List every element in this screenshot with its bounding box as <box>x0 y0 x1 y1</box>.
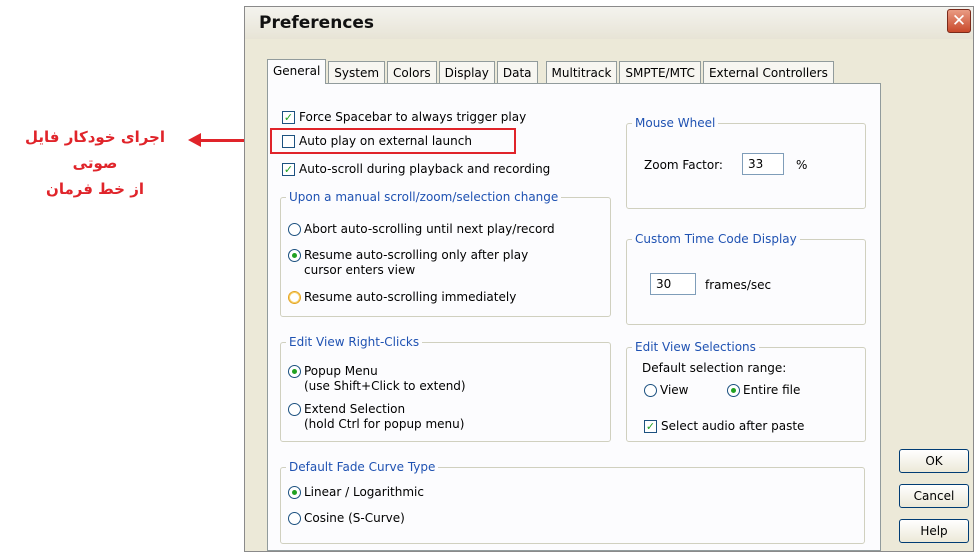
linear-log-radio[interactable] <box>288 486 301 499</box>
ok-button[interactable]: OK <box>899 449 969 473</box>
tab-colors[interactable]: Colors <box>387 61 437 83</box>
linear-log-label: Linear / Logarithmic <box>304 485 424 499</box>
popup-menu-radio[interactable] <box>288 365 301 378</box>
default-range-label: Default selection range: <box>642 361 787 375</box>
auto-play-label: Auto play on external launch <box>299 134 472 148</box>
mouse-wheel-legend: Mouse Wheel <box>632 116 719 130</box>
force-spacebar-label: Force Spacebar to always trigger play <box>299 110 527 124</box>
select-audio-label: Select audio after paste <box>661 419 805 433</box>
zoom-percent-unit: % <box>796 158 808 172</box>
fade-curve-legend: Default Fade Curve Type <box>286 460 439 474</box>
dialog-title: Preferences <box>259 13 375 33</box>
right-clicks-legend: Edit View Right-Clicks <box>286 335 423 349</box>
tab-general[interactable]: General <box>267 59 327 84</box>
popup-menu-label-2: (use Shift+Click to extend) <box>304 379 466 393</box>
fade-curve-group <box>280 467 865 544</box>
general-tab-panel: ✓ Force Spacebar to always trigger play … <box>267 83 881 551</box>
auto-scroll-label: Auto-scroll during playback and recordin… <box>299 162 551 176</box>
zoom-factor-input[interactable]: 33 <box>742 153 784 175</box>
tab-smpte-mtc[interactable]: SMPTE/MTC <box>619 61 701 83</box>
tab-display[interactable]: Display <box>438 61 495 83</box>
annotation-line-2: از خط فرمان <box>46 180 144 198</box>
close-icon: ✕ <box>951 11 967 31</box>
view-label: View <box>660 383 689 397</box>
entire-file-radio[interactable] <box>727 384 740 397</box>
extend-selection-label-2: (hold Ctrl for popup menu) <box>304 417 465 431</box>
frames-per-sec-input[interactable]: 30 <box>650 273 696 295</box>
abort-autoscroll-label: Abort auto-scrolling until next play/rec… <box>304 222 555 236</box>
annotation-text: اجرای خودکار فایل صوتی از خط فرمان <box>4 124 186 202</box>
select-audio-checkbox[interactable]: ✓ <box>644 420 657 433</box>
tab-external-controllers[interactable]: External Controllers <box>702 61 834 83</box>
extend-selection-label-1: Extend Selection <box>304 402 406 416</box>
auto-play-checkbox[interactable] <box>282 135 295 148</box>
extend-selection-radio[interactable] <box>288 403 301 416</box>
zoom-factor-label: Zoom Factor: <box>644 158 723 172</box>
tab-system[interactable]: System <box>328 61 386 83</box>
manual-scroll-legend: Upon a manual scroll/zoom/selection chan… <box>286 190 562 204</box>
annotation-line-1: اجرای خودکار فایل صوتی <box>25 128 165 172</box>
preferences-dialog: Preferences ✕ General System Colors Disp… <box>244 6 974 552</box>
tab-multitrack[interactable]: Multitrack <box>545 61 618 83</box>
entire-file-label: Entire file <box>743 383 801 397</box>
tab-data[interactable]: Data <box>496 61 538 83</box>
close-button[interactable]: ✕ <box>947 9 971 33</box>
help-button[interactable]: Help <box>899 519 969 543</box>
cancel-button[interactable]: Cancel <box>899 484 969 508</box>
force-spacebar-checkbox[interactable]: ✓ <box>282 111 295 124</box>
cosine-label: Cosine (S-Curve) <box>304 511 405 525</box>
abort-autoscroll-radio[interactable] <box>288 223 301 236</box>
tab-strip: General System Colors Display Data Multi… <box>267 59 836 84</box>
resume-after-play-radio[interactable] <box>288 249 301 262</box>
selections-legend: Edit View Selections <box>632 340 759 354</box>
resume-after-play-label-1: Resume auto-scrolling only after play <box>304 248 529 262</box>
cosine-radio[interactable] <box>288 512 301 525</box>
title-bar: Preferences ✕ <box>245 7 973 39</box>
resume-immediately-radio[interactable] <box>288 291 301 304</box>
popup-menu-label-1: Popup Menu <box>304 364 378 378</box>
view-radio[interactable] <box>644 384 657 397</box>
resume-immediately-label: Resume auto-scrolling immediately <box>304 290 517 304</box>
auto-scroll-checkbox[interactable]: ✓ <box>282 163 295 176</box>
frames-per-sec-label: frames/sec <box>705 278 772 292</box>
resume-after-play-label-2: cursor enters view <box>304 263 416 277</box>
time-code-legend: Custom Time Code Display <box>632 232 800 246</box>
